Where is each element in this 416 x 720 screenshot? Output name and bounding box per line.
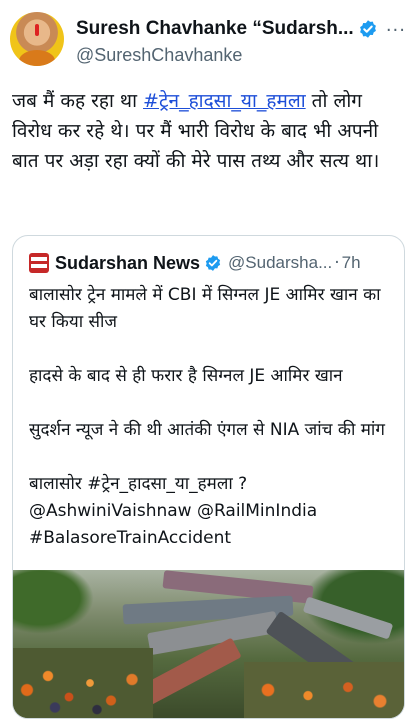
- avatar-tilak: [35, 24, 39, 36]
- photo-trees-left: [13, 570, 103, 640]
- quoted-para-3: सुदर्शन न्यूज ने की थी आतंकी एंगल से NIA…: [29, 420, 385, 440]
- quoted-author-name[interactable]: Sudarshan News: [55, 253, 200, 274]
- photo-crowd-left: [13, 648, 153, 718]
- verified-badge-icon: [359, 20, 376, 38]
- separator-dot: ·: [334, 253, 340, 273]
- avatar-shirt: [19, 50, 55, 66]
- quoted-tweet-text: बालासोर ट्रेन मामले में CBI में सिग्नल J…: [29, 282, 391, 552]
- photo-crowd-right: [244, 662, 404, 718]
- mentions-line[interactable]: @AshwiniVaishnaw @RailMinIndia: [29, 498, 391, 525]
- hashtag-link[interactable]: #ट्रेन_हादसा_या_हमला: [143, 90, 306, 112]
- quoted-para-4-line-1: बालासोर #ट्रेन_हादसा_या_हमला ?: [29, 474, 248, 494]
- tweet-text-line1-tail: तो लोग: [305, 90, 362, 112]
- tweet-text-start: जब मैं कह रहा था: [12, 90, 144, 112]
- hashtag-balasore[interactable]: #BalasoreTrainAccident: [29, 525, 391, 552]
- author-handle[interactable]: @SureshChavhanke: [76, 45, 242, 66]
- quoted-tweet-header: Sudarshan News @Sudarsha... · 7h: [29, 250, 361, 276]
- more-options-icon[interactable]: ···: [386, 20, 406, 41]
- quoted-para-1: बालासोर ट्रेन मामले में CBI में सिग्नल J…: [29, 285, 381, 332]
- tweet-text-rest: विरोध कर रहे थे। पर मैं भारी विरोध के बा…: [12, 120, 380, 172]
- author-display-name[interactable]: Suresh Chavhanke “Sudarsh...: [76, 18, 354, 40]
- tweet-text: जब मैं कह रहा था #ट्रेन_हादसा_या_हमला तो…: [12, 86, 406, 176]
- quoted-tweet-card[interactable]: Sudarshan News @Sudarsha... · 7h बालासोर…: [12, 235, 405, 719]
- tweet-header: Suresh Chavhanke “Sudarsh... @SureshChav…: [10, 10, 408, 66]
- verified-badge-icon: [205, 255, 221, 271]
- quoted-author-handle[interactable]: @Sudarsha...: [228, 253, 332, 273]
- sudarshan-news-logo-icon[interactable]: [29, 253, 49, 273]
- quoted-para-2: हादसे के बाद से ही फरार है सिग्नल JE आमि…: [29, 366, 343, 386]
- avatar[interactable]: [10, 12, 64, 66]
- quoted-timestamp[interactable]: 7h: [342, 253, 361, 273]
- train-accident-photo[interactable]: [13, 570, 404, 718]
- author-name-row[interactable]: Suresh Chavhanke “Sudarsh...: [76, 18, 378, 40]
